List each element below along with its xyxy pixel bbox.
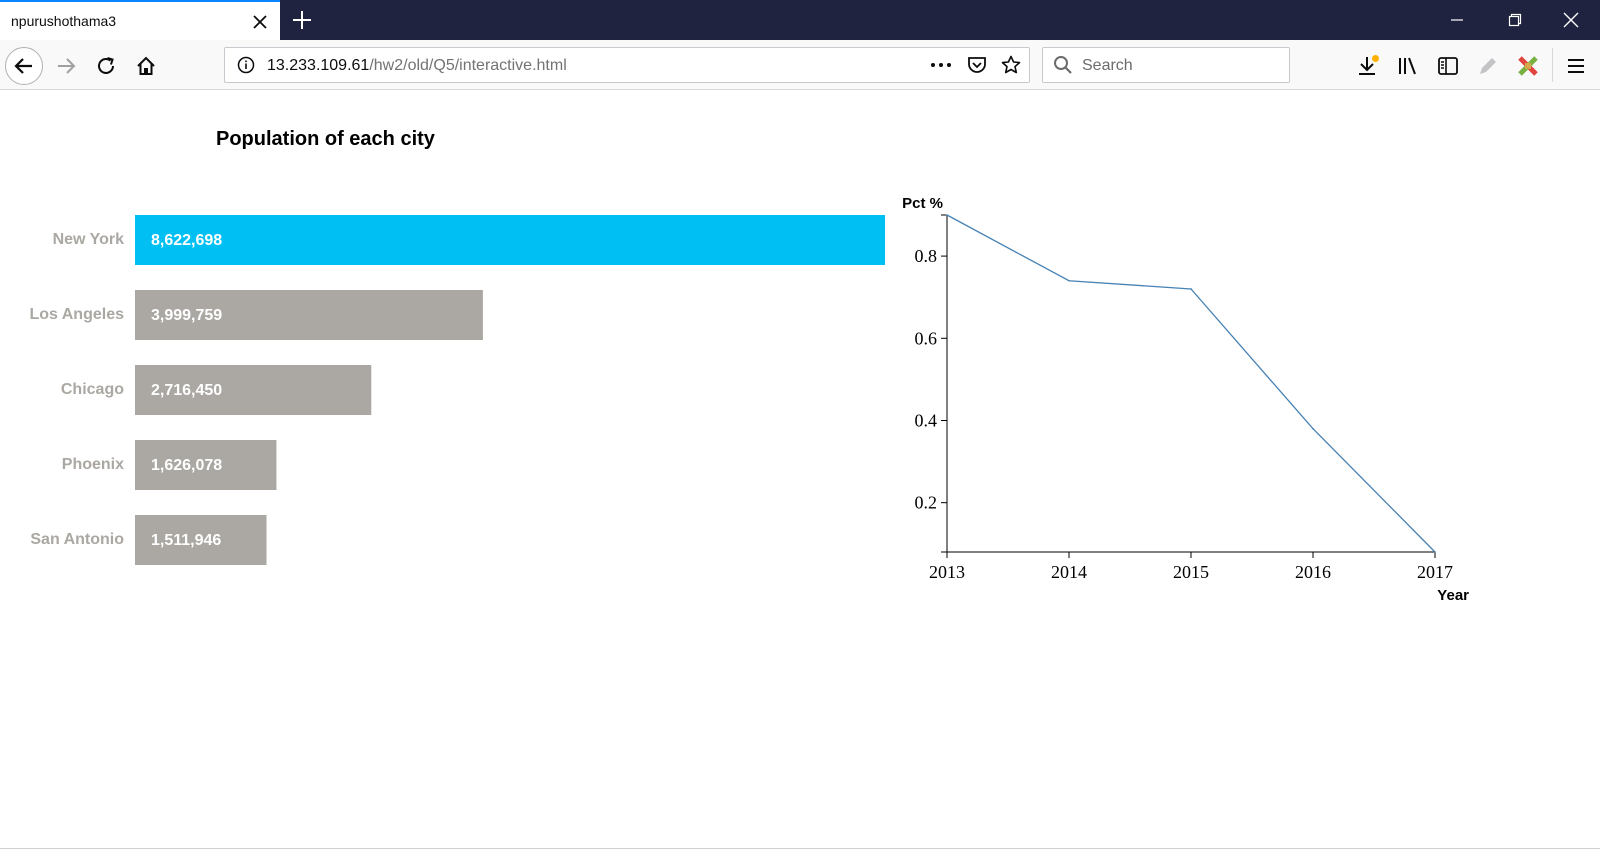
close-icon[interactable]	[250, 12, 270, 32]
sidebar-icon[interactable]	[1434, 52, 1462, 80]
bar-0	[135, 215, 885, 265]
more-icon[interactable]	[929, 56, 953, 79]
url-path: /hw2/old/Q5/interactive.html	[369, 57, 567, 74]
chart-title: Population of each city	[216, 128, 436, 150]
bar-category-label: San Antonio	[30, 531, 124, 548]
y-tick-label: 0.8	[915, 246, 938, 266]
tab-title: npurushothama3	[11, 13, 117, 29]
page-content: Population of each city New York 8,622,698…	[0, 91, 1600, 852]
x-tick-label: 2017	[1417, 562, 1453, 582]
library-icon[interactable]	[1394, 52, 1422, 80]
forward-arrow-icon[interactable]	[52, 52, 80, 80]
search-placeholder: Search	[1082, 57, 1133, 74]
addon-icon[interactable]	[1514, 52, 1542, 80]
x-axis-label: Year	[1437, 587, 1469, 604]
bar-chart: Population of each city New York 8,622,698…	[29, 128, 885, 565]
x-tick-label: 2014	[1051, 562, 1087, 582]
window-close-icon[interactable]	[1542, 0, 1600, 40]
x-tick-label: 2016	[1295, 562, 1331, 582]
home-icon[interactable]	[132, 52, 160, 80]
search-input[interactable]: Search	[1042, 47, 1290, 83]
download-icon[interactable]	[1354, 52, 1382, 80]
url-host: 13.233.109.61	[267, 57, 370, 74]
y-tick-label: 0.2	[915, 493, 938, 513]
tab-active[interactable]: npurushothama3	[0, 0, 280, 40]
plus-icon[interactable]	[290, 8, 314, 32]
line-chart: 2013 2014 2015 2016 2017 0.2 0.4 0.6 0.8 Pct % Yea…	[902, 195, 1469, 604]
data-point	[1434, 551, 1436, 553]
title-bar: npurushothama3	[0, 0, 1600, 40]
y-tick-label: 0.6	[915, 328, 938, 348]
bar-category-label: Phoenix	[62, 456, 124, 473]
address-bar[interactable]: 13.233.109.61/hw2/old/Q5/interactive.htm…	[224, 47, 1030, 83]
bar-category-label: Los Angeles	[29, 306, 124, 323]
y-axis-label: Pct %	[902, 195, 943, 212]
x-tick-label: 2013	[929, 562, 965, 582]
y-tick-label: 0.4	[915, 410, 938, 430]
menu-icon[interactable]	[1562, 52, 1590, 80]
search-icon	[1053, 55, 1073, 80]
pocket-icon[interactable]	[967, 55, 987, 80]
bar-value-label: 1,626,078	[151, 457, 222, 474]
bar-value-label: 3,999,759	[151, 307, 222, 324]
data-point	[1190, 288, 1192, 290]
data-point	[1068, 279, 1070, 282]
star-icon[interactable]	[1001, 55, 1021, 80]
back-arrow-icon[interactable]	[5, 47, 43, 85]
bar-value-label: 8,622,698	[151, 232, 222, 249]
data-point	[946, 214, 948, 216]
restore-icon[interactable]	[1486, 0, 1544, 40]
nav-toolbar: 13.233.109.61/hw2/old/Q5/interactive.htm…	[0, 40, 1600, 90]
url-text[interactable]: 13.233.109.61/hw2/old/Q5/interactive.htm…	[267, 57, 567, 75]
bar-value-label: 2,716,450	[151, 382, 222, 399]
status-strip	[0, 848, 1600, 853]
toolbar-separator	[1552, 48, 1553, 82]
bar-category-label: New York	[53, 231, 125, 248]
info-icon[interactable]	[237, 56, 255, 79]
pencil-icon[interactable]	[1474, 52, 1502, 80]
series-line	[946, 214, 1436, 553]
x-tick-label: 2015	[1173, 562, 1209, 582]
bar-value-label: 1,511,946	[151, 532, 221, 549]
minimize-icon[interactable]	[1428, 0, 1486, 40]
data-point	[1312, 427, 1314, 430]
bar-category-label: Chicago	[61, 381, 124, 398]
y-axis-line	[941, 214, 948, 553]
reload-icon[interactable]	[92, 52, 120, 80]
